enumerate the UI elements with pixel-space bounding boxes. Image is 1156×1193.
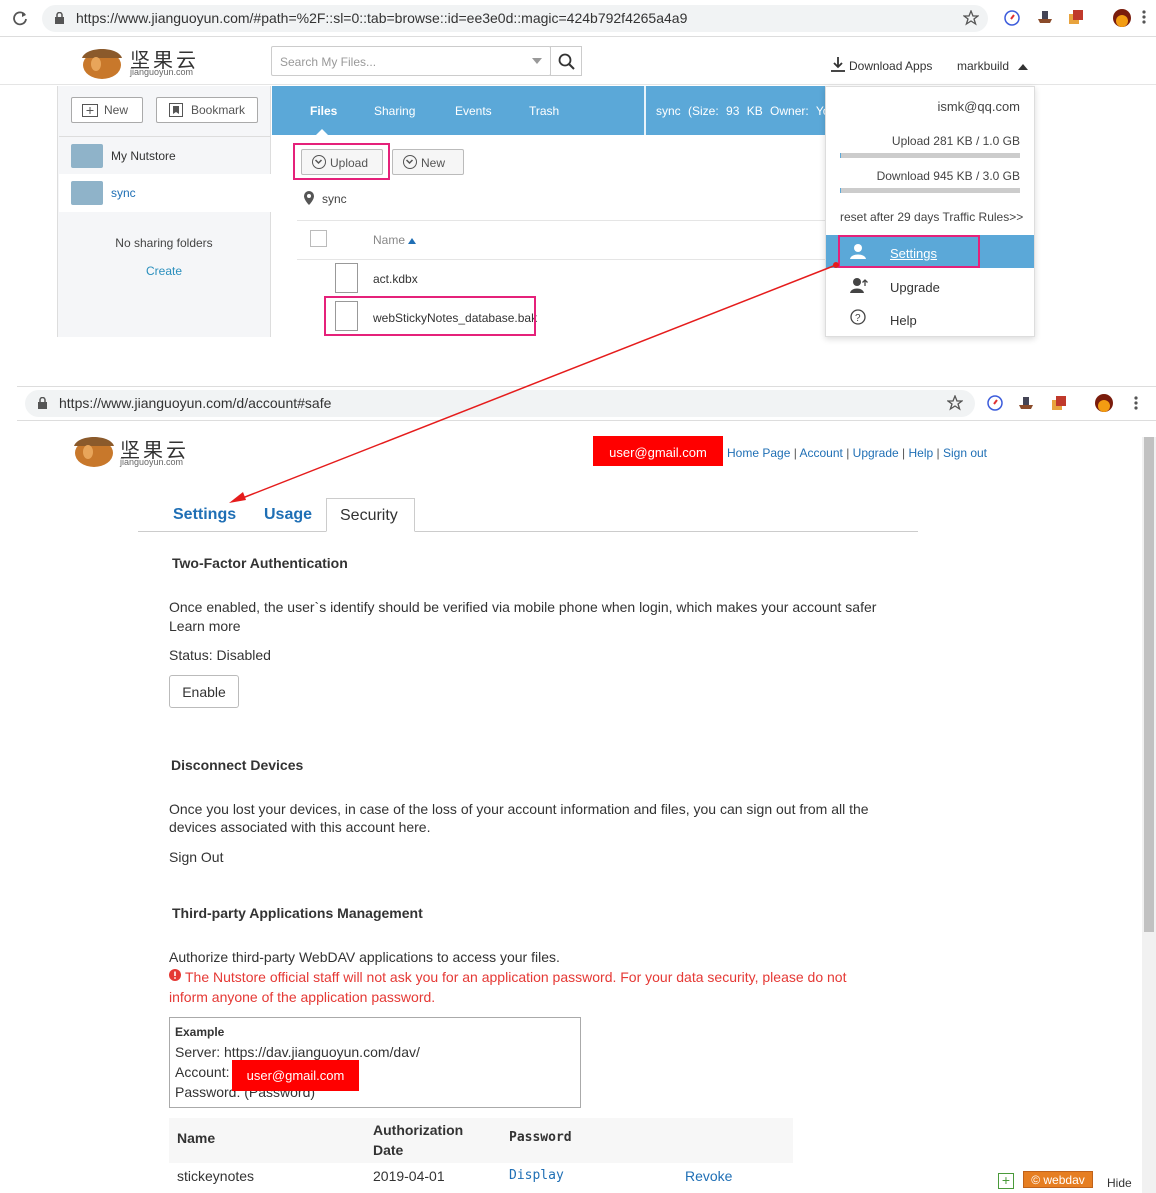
- arrow-line: [239, 264, 837, 500]
- arrow-start-dot: [833, 262, 839, 268]
- arrow-head: [229, 492, 246, 503]
- annotation-arrow: [229, 262, 839, 503]
